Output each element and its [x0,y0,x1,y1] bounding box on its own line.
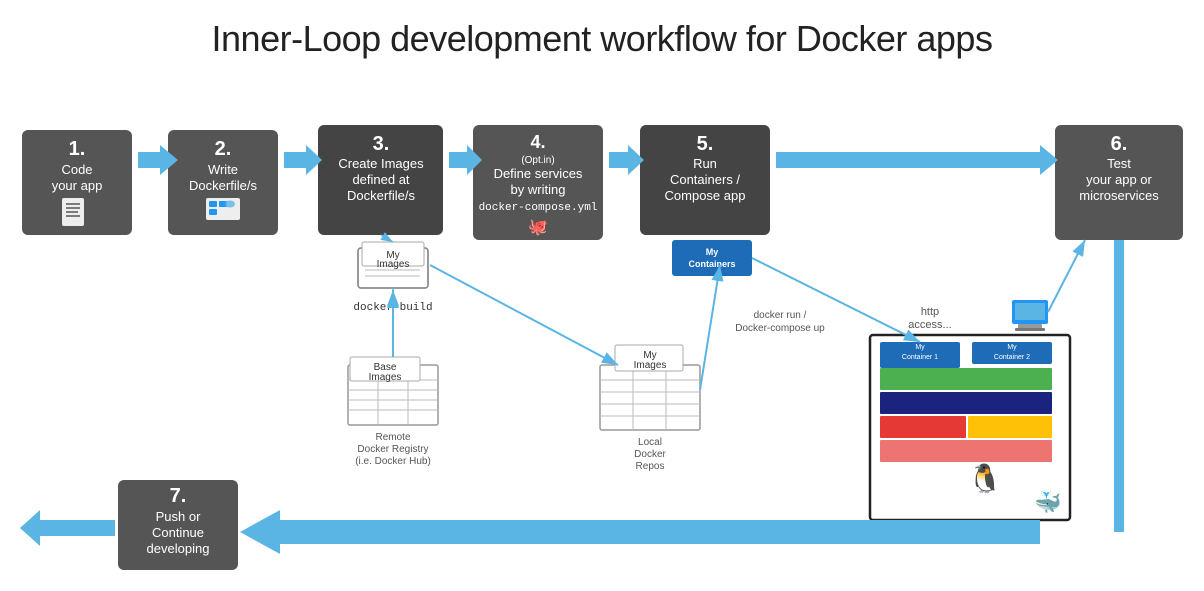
svg-text:Base: Base [374,362,397,373]
svg-text:http: http [921,306,939,318]
svg-text:3.: 3. [373,133,390,155]
svg-text:Docker-compose up: Docker-compose up [735,323,825,334]
svg-text:Dockerfile/s: Dockerfile/s [189,178,257,193]
workflow-area: 1. Code your app 2. Write Dockerfile/s 3… [0,70,1204,580]
svg-text:🐙: 🐙 [528,219,548,236]
svg-text:Define services: Define services [494,166,583,181]
svg-text:Images: Images [369,372,402,383]
svg-text:Images: Images [634,360,667,371]
svg-text:My: My [706,247,719,257]
svg-text:(i.e. Docker Hub): (i.e. Docker Hub) [355,456,431,467]
diagram-svg: 1. Code your app 2. Write Dockerfile/s 3… [0,70,1204,580]
svg-text:Push or: Push or [156,509,201,524]
svg-text:Docker Registry: Docker Registry [357,444,428,455]
svg-text:Test: Test [1107,156,1131,171]
svg-text:Containers /: Containers / [670,172,740,187]
svg-text:My: My [1007,344,1017,351]
svg-text:4.: 4. [530,132,545,152]
svg-text:your app: your app [52,178,103,193]
svg-text:Repos: Repos [636,461,665,472]
svg-text:git push: git push [29,520,82,532]
page-title: Inner-Loop development workflow for Dock… [0,0,1204,70]
svg-text:Container 2: Container 2 [994,354,1030,361]
svg-text:Compose app: Compose app [665,188,746,203]
svg-text:🐳: 🐳 [1034,490,1061,515]
svg-text:VM: VM [1020,317,1041,333]
svg-text:🐧: 🐧 [968,462,1003,495]
svg-text:My: My [386,250,399,261]
svg-text:6.: 6. [1111,133,1128,155]
svg-text:docker run /: docker run / [754,310,807,321]
svg-text:2.: 2. [215,138,232,160]
svg-text:My: My [915,355,926,364]
svg-text:5.: 5. [697,133,714,155]
svg-text:Write: Write [208,162,238,177]
svg-text:Continue: Continue [152,525,204,540]
svg-text:your app or: your app or [1086,172,1152,187]
svg-text:My: My [915,344,925,351]
svg-text:Code: Code [61,162,92,177]
svg-text:Local: Local [638,437,662,448]
svg-text:docker build: docker build [353,302,432,314]
svg-text:developing: developing [147,541,210,556]
svg-text:by writing: by writing [511,182,566,197]
svg-text:microservices: microservices [1079,188,1159,203]
svg-text:Remote: Remote [375,432,410,443]
svg-text:docker-compose.yml: docker-compose.yml [479,202,598,214]
svg-text:Docker: Docker [634,449,666,460]
svg-text:7.: 7. [170,485,187,507]
svg-text:Create Images: Create Images [338,156,424,171]
svg-text:Images: Images [377,259,410,270]
svg-text:My: My [643,350,656,361]
svg-text:access...: access... [908,319,951,331]
svg-text:Containers: Containers [688,259,735,269]
svg-text:Dockerfile/s: Dockerfile/s [347,188,415,203]
svg-text:1.: 1. [69,138,86,160]
svg-text:Container 1: Container 1 [902,354,938,361]
svg-text:Run: Run [693,156,717,171]
svg-text:defined at: defined at [352,172,409,187]
svg-text:(Opt.in): (Opt.in) [521,155,554,166]
